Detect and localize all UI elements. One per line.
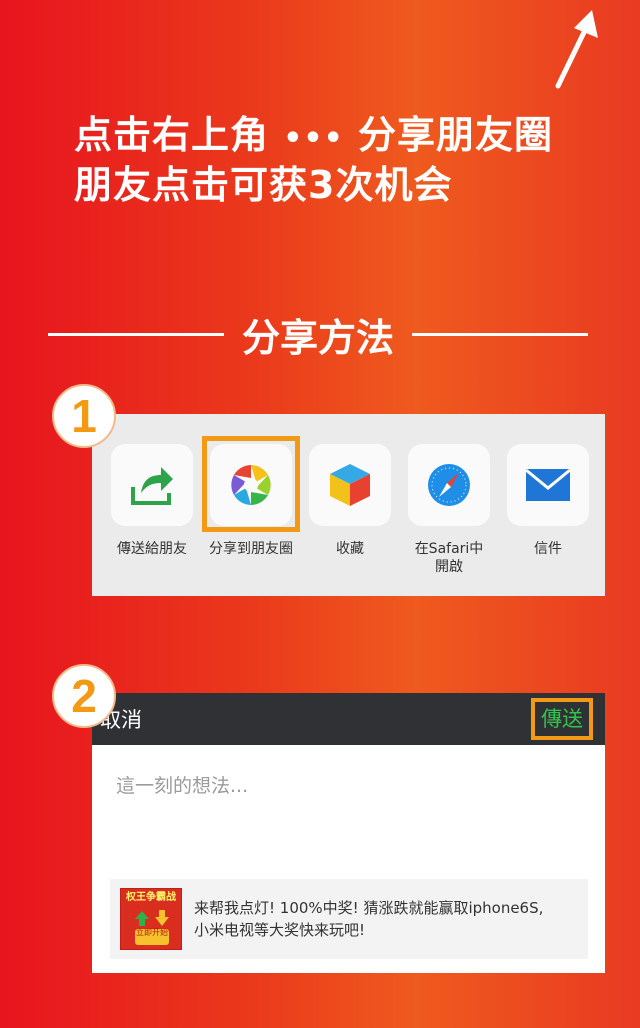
share-item-label: 收藏	[336, 541, 364, 557]
share-item-label: 信件	[534, 541, 562, 557]
share-arrow-icon	[131, 467, 173, 505]
share-tile	[507, 444, 589, 526]
share-tile	[309, 444, 391, 526]
headline-line-2: 朋友点击可获3次机会	[74, 163, 453, 207]
favorites-cube-icon	[330, 464, 370, 506]
shared-link-card[interactable]: 权王争霸战 立即开始 来帮我点灯! 100%中奖! 猜涨跌就能赢取iphone6…	[110, 879, 588, 959]
divider-right	[412, 332, 589, 336]
share-item-send-to-friend[interactable]: 傳送給朋友	[106, 444, 198, 558]
divider-left	[48, 332, 224, 336]
post-top-bar: 取消 傳送	[92, 693, 605, 745]
share-item-open-in-safari[interactable]: 在Safari中 開啟	[403, 444, 495, 576]
share-item-mail[interactable]: 信件	[502, 444, 594, 558]
post-text-input[interactable]: 這一刻的想法...	[116, 771, 605, 798]
send-button[interactable]: 傳送	[531, 698, 593, 740]
arrow-up-right-icon	[555, 10, 598, 89]
step-1-badge: 1	[52, 384, 116, 448]
post-dialog: 取消 傳送 這一刻的想法... 权王争霸战 立即开始 来帮我点灯! 100%中奖…	[92, 693, 605, 973]
highlight-box-moments	[202, 436, 300, 532]
share-item-label: 在Safari中 開啟	[414, 541, 484, 575]
mail-envelope-icon	[525, 468, 571, 501]
ellipsis-icon: •••	[283, 121, 344, 156]
thumbnail-title: 权王争霸战	[126, 892, 176, 903]
thumbnail-button: 立即开始	[135, 929, 169, 945]
share-item-favorites[interactable]: 收藏	[304, 444, 396, 558]
safari-compass-icon	[428, 464, 470, 506]
step-2-badge: 2	[52, 664, 116, 728]
headline: 点击右上角 ••• 分享朋友圈 朋友点击可获3次机会	[74, 112, 614, 208]
share-item-label: 分享到朋友圈	[209, 541, 293, 557]
up-down-arrows-icon	[135, 910, 169, 926]
section-title-text: 分享方法	[242, 315, 395, 360]
share-tile	[111, 444, 193, 526]
headline-line-1: 点击右上角 ••• 分享朋友圈	[74, 113, 554, 157]
share-item-label: 傳送給朋友	[117, 541, 187, 557]
link-description: 来帮我点灯! 100%中奖! 猜涨跌就能赢取iphone6S, 小米电视等大奖快…	[194, 899, 544, 939]
link-thumbnail: 权王争霸战 立即开始	[120, 888, 182, 950]
section-title: 分享方法	[48, 312, 589, 360]
share-tile	[408, 444, 490, 526]
share-sheet: 傳送給朋友 分享到朋友圈 收藏 在Safari中 開啟 信件	[92, 414, 605, 596]
